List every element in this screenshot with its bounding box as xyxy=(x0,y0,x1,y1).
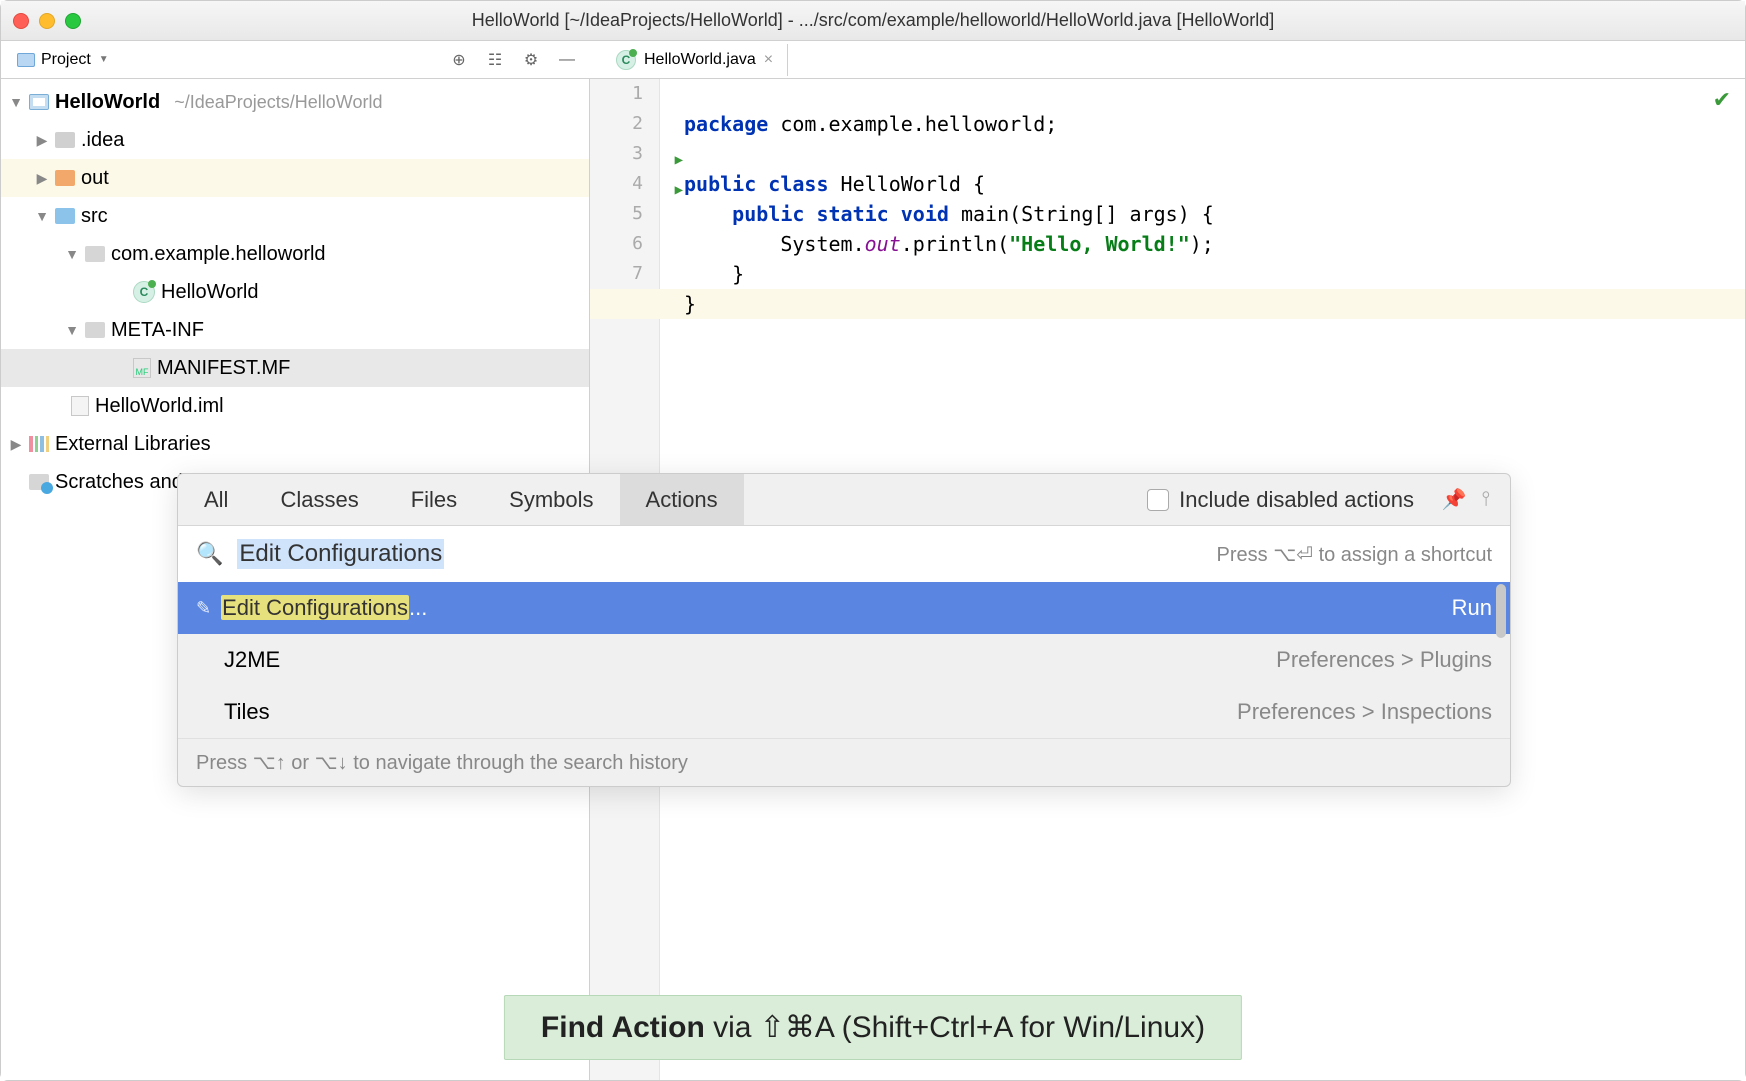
tree-root[interactable]: ▼ HelloWorld ~/IdeaProjects/HelloWorld xyxy=(1,83,589,121)
hide-button[interactable]: — xyxy=(552,45,582,75)
tree-item[interactable]: ▶ C HelloWorld xyxy=(1,273,589,311)
project-label: Project xyxy=(41,51,91,69)
window-close-button[interactable] xyxy=(13,13,29,29)
project-view-selector[interactable]: Project ▼ xyxy=(9,47,117,73)
scrollbar-thumb[interactable] xyxy=(1496,584,1506,638)
run-gutter-icon[interactable]: ▶ xyxy=(675,175,683,205)
scratches-icon xyxy=(29,474,49,490)
tree-item[interactable]: ▶ .idea xyxy=(1,121,589,159)
code-content[interactable]: package com.example.helloworld; public c… xyxy=(684,79,1745,379)
popup-search-row: 🔍 Edit Configurations Press ⌥⏎ to assign… xyxy=(178,526,1510,582)
package-icon xyxy=(85,246,105,262)
window-title: HelloWorld [~/IdeaProjects/HelloWorld] -… xyxy=(1,10,1745,31)
class-icon: C xyxy=(133,281,155,303)
editor-tab[interactable]: C HelloWorld.java × xyxy=(602,44,788,76)
tab-symbols[interactable]: Symbols xyxy=(483,474,619,525)
search-icon: 🔍 xyxy=(196,541,223,567)
iml-icon xyxy=(71,396,89,416)
tree-item[interactable]: ▶ HelloWorld.iml xyxy=(1,387,589,425)
result-row[interactable]: ✎ Edit Configurations... Run xyxy=(178,582,1510,634)
tree-item[interactable]: ▶ out xyxy=(1,159,589,197)
settings-button[interactable]: ⚙ xyxy=(516,45,546,75)
collapse-all-button[interactable]: ☷ xyxy=(480,45,510,75)
run-gutter-icon[interactable]: ▶ xyxy=(675,145,683,175)
toolbar: Project ▼ ⊕ ☷ ⚙ — C HelloWorld.java × xyxy=(1,41,1745,79)
close-icon[interactable]: × xyxy=(764,51,773,69)
window-zoom-button[interactable] xyxy=(65,13,81,29)
include-disabled-label: Include disabled actions xyxy=(1179,487,1414,513)
popup-footer: Press ⌥↑ or ⌥↓ to navigate through the s… xyxy=(178,738,1510,786)
window-minimize-button[interactable] xyxy=(39,13,55,29)
chevron-down-icon: ▼ xyxy=(99,54,109,65)
find-action-popup: All Classes Files Symbols Actions Includ… xyxy=(177,473,1511,787)
title-bar: HelloWorld [~/IdeaProjects/HelloWorld] -… xyxy=(1,1,1745,41)
libraries-icon xyxy=(29,436,49,452)
result-row[interactable]: J2ME Preferences > Plugins xyxy=(178,634,1510,686)
tree-item[interactable]: ▼ com.example.helloworld xyxy=(1,235,589,273)
tab-all[interactable]: All xyxy=(178,474,254,525)
class-icon: C xyxy=(616,50,636,70)
pin-icon[interactable]: 📌 xyxy=(1442,488,1466,512)
folder-icon xyxy=(55,132,75,148)
tab-classes[interactable]: Classes xyxy=(254,474,384,525)
editor-tab-label: HelloWorld.java xyxy=(644,51,756,69)
tip-banner: Find Action via ⇧⌘A (Shift+Ctrl+A for Wi… xyxy=(504,995,1242,1060)
folder-icon xyxy=(55,170,75,186)
package-icon xyxy=(85,322,105,338)
tree-item[interactable]: ▼ src xyxy=(1,197,589,235)
locate-button[interactable]: ⊕ xyxy=(444,45,474,75)
result-row[interactable]: Tiles Preferences > Inspections xyxy=(178,686,1510,738)
manifest-icon: MF xyxy=(133,358,151,378)
tab-files[interactable]: Files xyxy=(385,474,483,525)
include-disabled-checkbox[interactable] xyxy=(1147,489,1169,511)
module-icon xyxy=(29,94,49,110)
edit-icon: ✎ xyxy=(196,598,211,619)
filter-icon[interactable]: ⫯ xyxy=(1474,488,1498,512)
shortcut-hint: Press ⌥⏎ to assign a shortcut xyxy=(1217,542,1492,567)
search-input[interactable]: Edit Configurations xyxy=(237,539,444,569)
tree-item[interactable]: ▼ META-INF xyxy=(1,311,589,349)
tree-item[interactable]: ▶ MF MANIFEST.MF xyxy=(1,349,589,387)
popup-tabs: All Classes Files Symbols Actions Includ… xyxy=(178,474,1510,526)
project-icon xyxy=(17,53,35,67)
folder-icon xyxy=(55,208,75,224)
tab-actions[interactable]: Actions xyxy=(620,474,744,525)
tree-item[interactable]: ▶ External Libraries xyxy=(1,425,589,463)
